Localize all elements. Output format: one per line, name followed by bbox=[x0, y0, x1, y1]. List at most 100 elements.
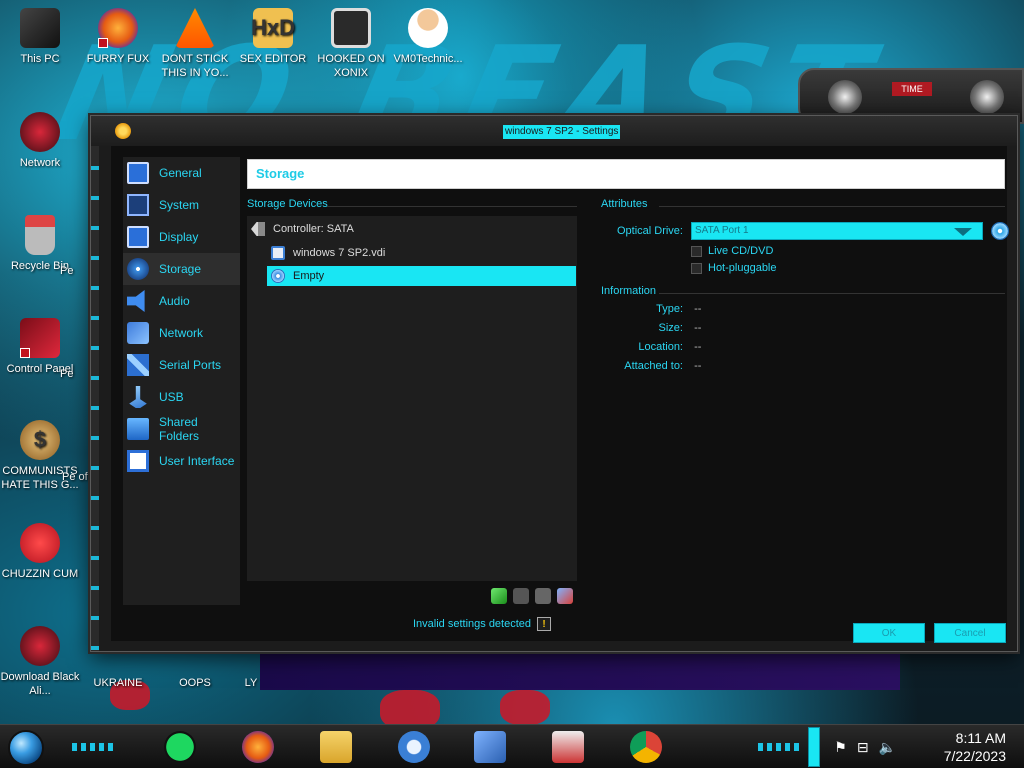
desktop-icon-dont-stick[interactable]: DONT STICK THIS IN YO... bbox=[155, 8, 235, 80]
choose-disk-icon[interactable] bbox=[991, 222, 1009, 240]
controller-label: Controller: SATA bbox=[273, 223, 354, 235]
storage-tree[interactable]: Controller: SATA windows 7 SP2.vdi Empty bbox=[247, 216, 577, 581]
information-label: Information bbox=[601, 285, 657, 297]
sidebar-item-usb[interactable]: USB bbox=[123, 381, 240, 413]
sidebar-item-user-interface[interactable]: User Interface bbox=[123, 445, 240, 477]
desktop-icon-chuzzin-cum[interactable]: CHUZZIN CUM bbox=[0, 523, 80, 581]
info-label: Type: bbox=[656, 303, 683, 315]
desktop-icon-ukraine[interactable]: UKRAINE bbox=[78, 676, 158, 690]
virtualbox-icon[interactable] bbox=[474, 731, 506, 763]
settings-sidebar: General System Display Storage Audio Net… bbox=[123, 157, 240, 605]
flag-icon[interactable]: ⚑ bbox=[834, 739, 847, 756]
window-titlebar[interactable]: windows 7 SP2 - Settings bbox=[91, 116, 1017, 146]
money-bag-icon: $ bbox=[20, 420, 60, 460]
desktop-icon-label: LY bbox=[244, 677, 258, 689]
live-cd-checkbox-row[interactable]: Live CD/DVD bbox=[691, 245, 773, 257]
remove-controller-icon[interactable] bbox=[513, 588, 529, 604]
divider bbox=[327, 206, 577, 207]
firefox-taskbar-icon[interactable] bbox=[242, 731, 274, 763]
sidebar-item-general[interactable]: General bbox=[123, 157, 240, 189]
live-cd-checkbox[interactable] bbox=[691, 245, 702, 257]
system-clock[interactable]: 8:11 AM 7/22/2023 bbox=[944, 729, 1006, 765]
storage-item-empty[interactable]: Empty bbox=[267, 266, 576, 286]
hxd-editor-icon: HxD bbox=[251, 8, 295, 48]
storage-item-label: Empty bbox=[293, 270, 325, 282]
desktop-icon-hooked-on-xonix[interactable]: HOOKED ON XONIX bbox=[311, 8, 391, 80]
warning-icon[interactable]: ! bbox=[537, 617, 552, 631]
desktop-icon-label: HOOKED ON XONIX bbox=[317, 53, 385, 79]
optical-drive-select[interactable]: SATA Port 1 bbox=[691, 222, 983, 240]
network-icon bbox=[127, 322, 149, 344]
sidebar-item-system[interactable]: System bbox=[123, 189, 240, 221]
user-interface-icon bbox=[127, 450, 149, 472]
wallpaper-red-shape bbox=[500, 690, 550, 725]
desktop-icon-label: Download Black Ali... bbox=[0, 671, 80, 697]
sidebar-item-serial-ports[interactable]: Serial Ports bbox=[123, 349, 240, 381]
sidebar-item-shared-folders[interactable]: Shared Folders bbox=[123, 413, 240, 445]
chromium-icon[interactable] bbox=[398, 731, 430, 763]
ok-button[interactable]: OK bbox=[853, 623, 925, 643]
vlc-cone-icon bbox=[175, 8, 215, 48]
app-icon[interactable] bbox=[552, 731, 584, 763]
sidebar-item-audio[interactable]: Audio bbox=[123, 285, 240, 317]
storage-item-label: windows 7 SP2.vdi bbox=[293, 247, 386, 259]
sidebar-item-label: System bbox=[159, 198, 200, 212]
sidebar-item-label: USB bbox=[159, 390, 184, 404]
wallpaper-panel bbox=[260, 650, 900, 690]
folder-icon bbox=[127, 418, 149, 440]
controller-sata-row[interactable]: Controller: SATA bbox=[251, 219, 354, 239]
desktop-icon-sex-editor[interactable]: HxD SEX EDITOR bbox=[233, 8, 313, 66]
divider bbox=[659, 293, 1005, 294]
desktop-icon-download-black-ali[interactable]: Download Black Ali... bbox=[0, 626, 80, 698]
chevron-down-icon bbox=[954, 228, 972, 236]
optical-drive-row: Optical Drive: bbox=[603, 225, 683, 237]
sidebar-item-storage[interactable]: Storage bbox=[123, 253, 240, 285]
sidebar-item-display[interactable]: Display bbox=[123, 221, 240, 253]
add-attachment-icon[interactable] bbox=[535, 588, 551, 604]
taskbar-decoration bbox=[758, 743, 802, 751]
xonix-game-icon bbox=[331, 8, 371, 48]
hot-pluggable-checkbox-row[interactable]: Hot-pluggable bbox=[691, 262, 777, 274]
sidebar-item-network[interactable]: Network bbox=[123, 317, 240, 349]
chrome-icon[interactable] bbox=[630, 731, 662, 763]
desktop-icon-network[interactable]: Network bbox=[0, 112, 80, 170]
status-text: Invalid settings detected bbox=[413, 618, 532, 630]
taskbar-decoration bbox=[72, 743, 116, 751]
firefox-icon bbox=[98, 8, 138, 48]
desktop-icon-this-pc[interactable]: This PC bbox=[0, 8, 80, 66]
sidebar-item-label: Serial Ports bbox=[159, 358, 222, 372]
storage-tree-toolbar bbox=[491, 588, 573, 604]
cancel-button[interactable]: Cancel bbox=[934, 623, 1006, 643]
storage-item-vdi[interactable]: windows 7 SP2.vdi bbox=[271, 243, 385, 263]
add-controller-icon[interactable] bbox=[491, 588, 507, 604]
settings-gear-icon bbox=[115, 123, 131, 139]
window-frame-decoration bbox=[91, 146, 99, 651]
page-header: Storage bbox=[247, 159, 1005, 189]
desktop-icon-label: UKRAINE bbox=[93, 677, 143, 689]
chip-icon bbox=[127, 194, 149, 216]
hot-pluggable-checkbox[interactable] bbox=[691, 262, 702, 274]
show-desktop-button[interactable] bbox=[808, 727, 820, 767]
optical-drive-value: SATA Port 1 bbox=[695, 225, 749, 236]
desktop-icon-vm0technic[interactable]: VM0Technic... bbox=[388, 8, 468, 66]
desktop-icon-partial[interactable]: LY bbox=[236, 676, 266, 690]
volume-icon[interactable]: 🔈 bbox=[879, 739, 896, 756]
divider bbox=[659, 206, 1005, 207]
desktop-icon-label: SEX EDITOR bbox=[239, 53, 307, 65]
network-tray-icon[interactable]: ⊟ bbox=[857, 739, 869, 756]
spotify-icon[interactable] bbox=[164, 731, 196, 763]
computer-icon bbox=[20, 8, 60, 48]
desktop-icon-label: Network bbox=[19, 157, 61, 169]
start-button-icon[interactable] bbox=[8, 730, 44, 766]
alien-head-icon bbox=[970, 80, 1004, 114]
desktop-icon-oops[interactable]: OOPS bbox=[155, 676, 235, 690]
file-explorer-icon[interactable] bbox=[320, 731, 352, 763]
optical-drive-label: Optical Drive: bbox=[616, 225, 683, 237]
remove-attachment-icon[interactable] bbox=[557, 588, 573, 604]
optical-disc-icon bbox=[271, 269, 285, 283]
speaker-icon bbox=[127, 290, 145, 312]
window-title: windows 7 SP2 - Settings bbox=[503, 125, 621, 139]
info-value: -- bbox=[694, 322, 702, 334]
desktop-icon-furry-fux[interactable]: FURRY FUX bbox=[78, 8, 158, 66]
info-row-attached-to: Attached to: -- bbox=[603, 360, 701, 372]
